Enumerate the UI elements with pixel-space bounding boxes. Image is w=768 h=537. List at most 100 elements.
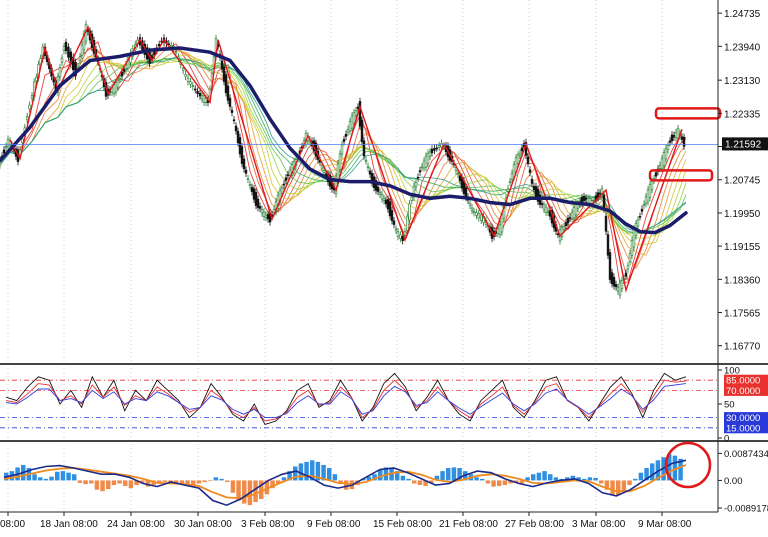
candle-body [198, 92, 202, 97]
macd-histogram-bar [242, 480, 247, 504]
candle-body [540, 203, 544, 205]
candle-body [566, 218, 570, 224]
macd-histogram-bar [77, 480, 83, 483]
candle-body [238, 137, 242, 155]
candle-body [574, 203, 578, 215]
candle-body [606, 234, 610, 256]
macd-histogram-bar [106, 480, 111, 490]
candle-body [422, 160, 426, 169]
macd-histogram-bar [616, 480, 621, 496]
candle-body [260, 209, 264, 214]
candle-body [196, 90, 199, 94]
time-tick-label: 3 Feb 08:00 [241, 519, 295, 530]
candle-body [262, 211, 266, 218]
candle-body [362, 140, 366, 157]
candle-body [586, 197, 590, 204]
candle-body [658, 165, 662, 169]
candle-body [610, 272, 614, 285]
candle-body [25, 116, 29, 121]
price-tick-label: 1.24735 [724, 9, 761, 20]
candle-body [338, 153, 342, 170]
macd-histogram-bar [587, 477, 593, 481]
candle-body [682, 137, 686, 147]
candle-body [194, 88, 197, 91]
oscillator-level-label: 70.0000 [726, 386, 760, 397]
oscillator-line [5, 372, 687, 425]
macd-histogram-bar [593, 477, 598, 481]
macd-tick-label: -0.0089178 [724, 504, 768, 515]
price-tick-label: 1.18360 [724, 275, 761, 286]
candle-body [636, 219, 640, 227]
macd-histogram-bar [128, 480, 134, 489]
trading-chart[interactable]: 1.247351.239401.231301.223351.215401.207… [0, 0, 768, 532]
chart-canvas[interactable]: 1.247351.239401.231301.223351.215401.207… [0, 0, 768, 532]
macd-histogram-bar [89, 480, 94, 484]
candle-body [660, 158, 664, 169]
macd-histogram-bar [253, 480, 258, 503]
oscillator-tick-label: 100 [724, 366, 740, 377]
macd-histogram-bar [497, 480, 502, 486]
candle-body [189, 81, 192, 85]
candle-body [518, 152, 522, 156]
candle-body [118, 78, 122, 81]
candle-body [456, 173, 460, 175]
macd-histogram-bar [474, 477, 479, 481]
macd-axis: 0.0087434 0.00 -0.0089178 [718, 449, 768, 515]
candle-body [614, 284, 618, 288]
candle-body [264, 214, 268, 218]
candle-body [570, 212, 574, 219]
macd-histogram-bar [553, 477, 559, 481]
candle-body [226, 85, 230, 101]
candle-body [666, 145, 670, 151]
macd-histogram-bar [378, 469, 383, 481]
macd-histogram-bar [94, 480, 100, 490]
candle-body [390, 210, 394, 221]
price-tick-label: 1.23130 [724, 76, 761, 87]
macd-histogram-bar [536, 472, 542, 481]
candle-body [680, 136, 684, 140]
time-tick-label: 9 Feb 08:00 [307, 519, 361, 530]
candle-body [428, 151, 432, 157]
macd-histogram-bar [485, 480, 491, 484]
candle-body [435, 147, 438, 150]
candle-body [662, 152, 666, 167]
candle-body [520, 147, 524, 152]
candle-body [416, 176, 420, 179]
candle-body [475, 212, 478, 216]
candle-body [78, 56, 82, 62]
candle-body [396, 231, 400, 237]
macd-histogram-bar [72, 474, 77, 481]
candle-body [60, 57, 64, 63]
oscillator-level-label: 15.0000 [726, 423, 760, 434]
candle-body [184, 74, 187, 77]
candle-body [418, 170, 422, 173]
candle-body [676, 128, 680, 139]
macd-histogram-bar [55, 471, 60, 481]
candle-body [646, 189, 650, 203]
candle-body [360, 119, 364, 143]
macd-histogram-bar [213, 477, 219, 481]
macd-histogram [4, 454, 683, 506]
oscillator-axis: 85.000070.000030.000015.0000100500 [718, 366, 768, 445]
oscillator-lines [5, 372, 687, 425]
time-tick-label: 24 Jan 08:00 [107, 519, 165, 530]
macd-histogram-bar [327, 468, 332, 481]
candle-body [584, 197, 588, 200]
candle-body [403, 231, 407, 236]
candle-body [632, 228, 636, 248]
macd-histogram-bar [621, 480, 627, 492]
macd-histogram-bar [66, 472, 71, 481]
candle-body [410, 196, 413, 201]
candle-body [650, 181, 654, 190]
oscillator-tick-label: 0 [724, 434, 729, 445]
candle-body [472, 211, 476, 213]
price-tick-label: 1.19155 [724, 242, 761, 253]
candle-body [202, 95, 206, 103]
macd-histogram-bar [451, 467, 457, 481]
price-tick-label: 1.22335 [724, 109, 761, 120]
candle-body [266, 214, 270, 220]
candle-body [542, 204, 546, 210]
candle-body [67, 46, 70, 58]
candle-body [468, 202, 472, 206]
highlight-circle [664, 441, 712, 489]
